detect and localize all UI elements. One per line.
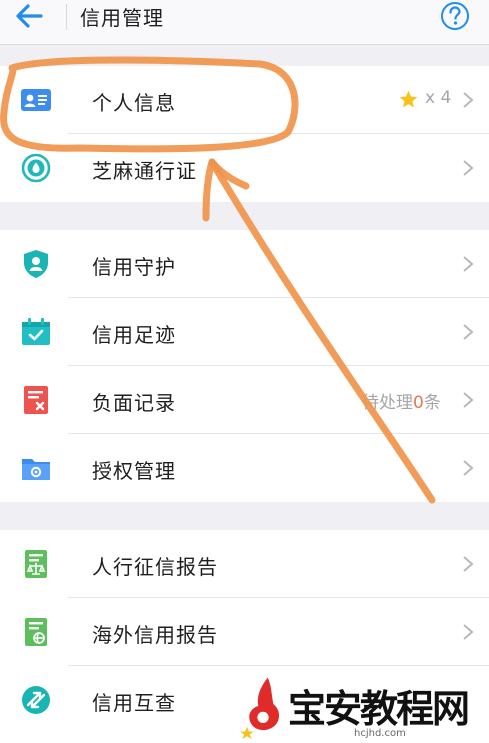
negative-record-label: 负面记录 bbox=[92, 391, 176, 415]
chevron-right-icon bbox=[463, 556, 474, 572]
watermark-text: 宝安教程网 bbox=[288, 686, 470, 731]
rating-multiplier: x 4 bbox=[425, 88, 452, 108]
row-credit-footprint[interactable]: 信用足迹 bbox=[0, 298, 489, 366]
personal-info-label: 个人信息 bbox=[92, 91, 176, 115]
report-scale-icon bbox=[25, 550, 47, 578]
report-globe-icon bbox=[25, 618, 47, 646]
authorization-manage-label: 授权管理 bbox=[92, 459, 176, 483]
chevron-right-icon bbox=[463, 256, 474, 272]
credit-manage-group: 信用守护 信用足迹 负面记录 待处理0条 授权管理 bbox=[0, 230, 489, 502]
mutual-check-icon bbox=[22, 686, 50, 714]
sesame-pass-label: 芝麻通行证 bbox=[92, 159, 197, 183]
shield-user-icon bbox=[24, 250, 48, 278]
id-card-icon bbox=[21, 89, 51, 111]
help-icon[interactable] bbox=[440, 1, 470, 31]
row-overseas-credit-report[interactable]: 海外信用报告 bbox=[0, 598, 489, 666]
back-arrow-icon[interactable] bbox=[14, 3, 44, 29]
pending-status: 待处理0条 bbox=[362, 388, 441, 413]
chevron-right-icon bbox=[463, 460, 474, 476]
page-title: 信用管理 bbox=[80, 6, 164, 30]
credit-footprint-label: 信用足迹 bbox=[92, 323, 176, 347]
watermark: 宝安教程网 hcjhd.com bbox=[236, 672, 489, 743]
pending-count: 0 bbox=[413, 393, 424, 413]
chevron-right-icon bbox=[463, 624, 474, 640]
row-pboc-credit-report[interactable]: 人行征信报告 bbox=[0, 530, 489, 598]
chevron-right-icon bbox=[463, 92, 474, 108]
calendar-check-icon bbox=[22, 318, 50, 345]
watermark-logo-icon bbox=[240, 677, 280, 740]
watermark-url: hcjhd.com bbox=[354, 728, 406, 739]
star-icon bbox=[399, 90, 418, 108]
row-sesame-pass[interactable]: 芝麻通行证 bbox=[0, 134, 489, 202]
negative-record-icon bbox=[24, 386, 48, 414]
pending-prefix: 待处理 bbox=[362, 393, 413, 413]
header-divider bbox=[66, 4, 67, 30]
header-bar: 信用管理 bbox=[0, 0, 489, 45]
row-authorization-manage[interactable]: 授权管理 bbox=[0, 434, 489, 502]
row-negative-record[interactable]: 负面记录 待处理0条 bbox=[0, 366, 489, 434]
row-personal-info[interactable]: 个人信息 x 4 bbox=[0, 66, 489, 134]
chevron-right-icon bbox=[463, 160, 474, 176]
sesame-pass-icon bbox=[21, 153, 51, 183]
folder-gear-icon bbox=[22, 459, 50, 480]
row-credit-guard[interactable]: 信用守护 bbox=[0, 230, 489, 298]
pending-suffix: 条 bbox=[423, 393, 441, 413]
overseas-credit-report-label: 海外信用报告 bbox=[92, 623, 218, 647]
pboc-credit-report-label: 人行征信报告 bbox=[92, 555, 218, 579]
chevron-right-icon bbox=[463, 324, 474, 340]
credit-mutual-check-label: 信用互查 bbox=[92, 691, 176, 715]
credit-info-group: 个人信息 x 4 芝麻通行证 bbox=[0, 66, 489, 202]
chevron-right-icon bbox=[463, 392, 474, 408]
credit-guard-label: 信用守护 bbox=[92, 255, 176, 279]
